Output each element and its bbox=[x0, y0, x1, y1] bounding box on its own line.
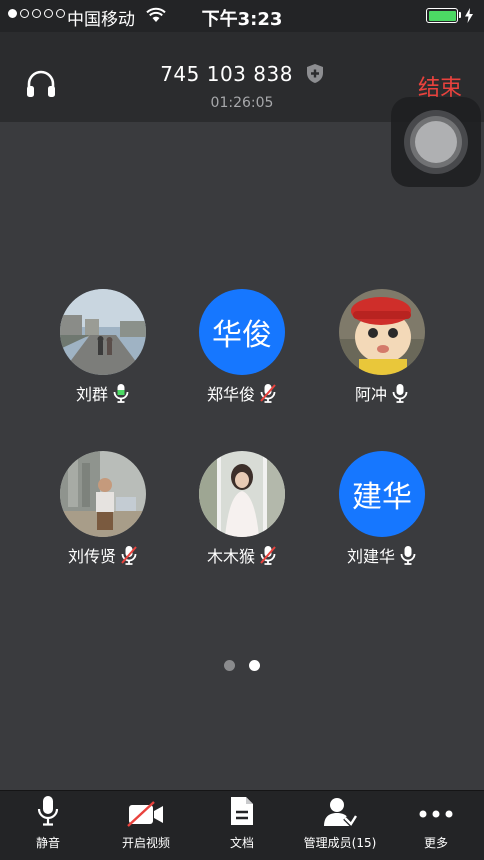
video-off-icon bbox=[127, 801, 163, 827]
participant-avatar-initials: 建华 bbox=[339, 451, 425, 537]
charging-bolt-icon bbox=[465, 8, 473, 23]
microphone-icon bbox=[37, 796, 59, 826]
participant-tile[interactable]: 阿冲 bbox=[312, 289, 452, 405]
meeting-id: 745 103 838 bbox=[0, 62, 484, 86]
microphone-active-icon bbox=[113, 384, 129, 403]
clock: 下午3:23 bbox=[201, 9, 283, 30]
more-button[interactable]: 更多 bbox=[404, 791, 468, 860]
participant-tile[interactable]: 木木猴 bbox=[172, 451, 312, 567]
participant-avatar-photo bbox=[60, 289, 146, 375]
start-video-label: 开启视频 bbox=[121, 836, 170, 850]
participant-tile[interactable]: 建华 刘建华 bbox=[312, 451, 452, 567]
participant-tile[interactable]: 刘群 bbox=[33, 289, 173, 405]
participant-tile[interactable]: 华俊 郑华俊 bbox=[172, 289, 312, 405]
participant-name: 刘建华 bbox=[346, 547, 395, 566]
microphone-muted-icon bbox=[260, 384, 276, 403]
status-bar: 中国移动 下午3:23 bbox=[0, 0, 484, 32]
page-indicator[interactable] bbox=[0, 660, 484, 671]
participant-avatar-photo bbox=[339, 289, 425, 375]
page-dot[interactable] bbox=[224, 660, 235, 671]
participant-name: 阿冲 bbox=[354, 385, 387, 404]
participant-avatar-photo bbox=[199, 451, 285, 537]
participant-name: 郑华俊 bbox=[206, 385, 255, 404]
battery-icon bbox=[426, 8, 461, 23]
members-icon bbox=[324, 798, 357, 827]
start-video-button[interactable]: 开启视频 bbox=[108, 791, 184, 860]
microphone-muted-icon bbox=[260, 546, 276, 565]
page-dot-active[interactable] bbox=[249, 660, 260, 671]
manage-members-button[interactable]: 管理成员(15) bbox=[300, 791, 380, 860]
participant-avatar-photo bbox=[60, 451, 146, 537]
assistive-touch-button[interactable] bbox=[391, 97, 481, 187]
participant-tile[interactable]: 刘传贤 bbox=[33, 451, 173, 567]
document-icon bbox=[231, 797, 253, 825]
participant-avatar-initials: 华俊 bbox=[199, 289, 285, 375]
microphone-muted-icon bbox=[121, 546, 137, 565]
more-label: 更多 bbox=[423, 836, 448, 850]
documents-button[interactable]: 文档 bbox=[206, 791, 278, 860]
documents-label: 文档 bbox=[229, 836, 254, 850]
shield-icon bbox=[306, 64, 323, 83]
bottom-toolbar: 静音 开启视频 文档 管理成员(15) 更多 bbox=[0, 790, 484, 860]
microphone-icon bbox=[400, 546, 416, 565]
participant-name: 木木猴 bbox=[206, 547, 255, 566]
participant-name: 刘群 bbox=[75, 385, 108, 404]
meeting-id-text: 745 103 838 bbox=[160, 62, 293, 86]
mute-label: 静音 bbox=[35, 836, 60, 850]
mute-button[interactable]: 静音 bbox=[12, 791, 84, 860]
participant-name: 刘传贤 bbox=[67, 547, 116, 566]
microphone-icon bbox=[392, 384, 408, 403]
more-icon bbox=[419, 810, 453, 818]
manage-members-label: 管理成员(15) bbox=[303, 836, 377, 850]
